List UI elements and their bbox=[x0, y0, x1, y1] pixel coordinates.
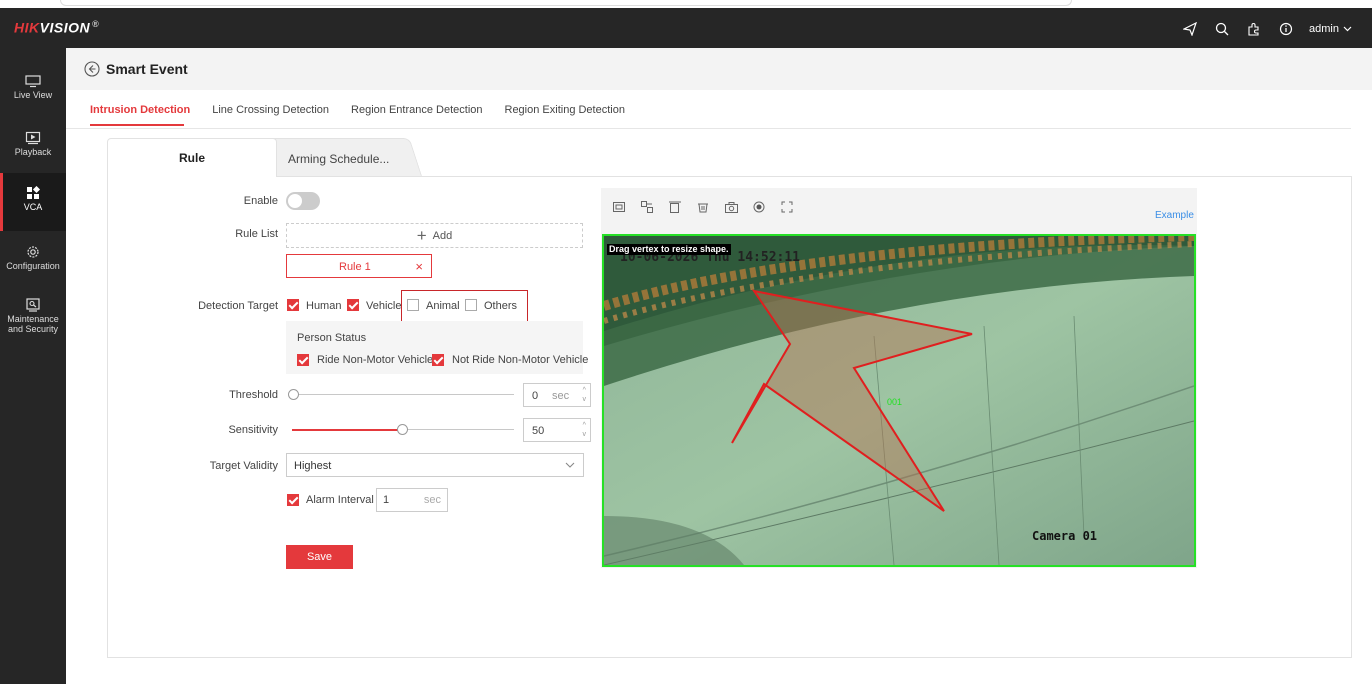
delete-icon[interactable] bbox=[696, 200, 710, 214]
person-status-label: Person Status bbox=[297, 332, 367, 344]
example-link[interactable]: Example bbox=[1155, 210, 1194, 221]
detection-tabs: Intrusion Detection Line Crossing Detect… bbox=[90, 104, 625, 116]
add-rule-label: Add bbox=[432, 229, 453, 242]
sensitivity-input[interactable]: 50 ^ v bbox=[523, 418, 591, 442]
not-ride-non-motor-checkbox[interactable] bbox=[432, 354, 444, 366]
detection-target-label: Detection Target bbox=[198, 300, 278, 312]
add-rule-button[interactable]: + Add bbox=[286, 223, 583, 248]
playback-icon bbox=[25, 131, 41, 145]
header-toolbar: admin bbox=[1181, 20, 1352, 38]
threshold-value: 0 bbox=[532, 390, 539, 402]
save-button[interactable]: Save bbox=[286, 545, 353, 569]
rule-list-label: Rule List bbox=[235, 228, 278, 240]
sensitivity-slider-handle[interactable] bbox=[397, 424, 408, 435]
sidebar-item-maintenance[interactable]: Maintenance and Security bbox=[0, 298, 66, 356]
sidebar-item-label: Playback bbox=[14, 147, 52, 157]
sidebar-item-live-view[interactable]: Live View bbox=[0, 74, 66, 132]
camera-icon[interactable] bbox=[724, 200, 738, 214]
sidebar-item-vca[interactable]: VCA bbox=[0, 173, 66, 231]
plus-icon: + bbox=[416, 226, 427, 245]
tabs-divider bbox=[66, 128, 1351, 129]
stepper-arrows-icon[interactable]: ^ v bbox=[583, 421, 587, 439]
active-tab-indicator bbox=[90, 124, 184, 126]
region-number-label: 001 bbox=[887, 397, 903, 407]
brand-logo: HIKVISION ® bbox=[14, 19, 100, 36]
chevron-down-icon bbox=[565, 458, 575, 475]
snapshot-region-icon[interactable] bbox=[612, 200, 626, 214]
send-icon[interactable] bbox=[1181, 20, 1199, 38]
tab-arming-schedule-label[interactable]: Arming Schedule... bbox=[288, 152, 389, 166]
user-name: admin bbox=[1309, 23, 1339, 35]
split-icon[interactable] bbox=[640, 200, 654, 214]
vca-grid-icon bbox=[27, 186, 41, 199]
target-validity-value: Highest bbox=[294, 460, 332, 472]
sidebar-item-label: Configuration bbox=[6, 261, 60, 271]
alarm-interval-label: Alarm Interval bbox=[306, 494, 374, 506]
browser-top-strip bbox=[0, 0, 1372, 8]
target-validity-label: Target Validity bbox=[209, 460, 278, 472]
title-bar: Smart Event bbox=[66, 48, 1372, 90]
fullscreen-icon[interactable] bbox=[780, 200, 794, 214]
video-toolbar bbox=[612, 200, 794, 214]
rule-chip[interactable]: Rule 1 × bbox=[286, 254, 432, 278]
sensitivity-value: 50 bbox=[532, 425, 545, 437]
monitor-icon bbox=[25, 75, 41, 88]
sidebar-item-configuration[interactable]: Configuration bbox=[0, 245, 66, 303]
alarm-interval-checkbox[interactable] bbox=[287, 494, 299, 506]
threshold-slider-track[interactable] bbox=[292, 394, 514, 395]
sidebar-item-label: VCA bbox=[23, 202, 43, 212]
search-icon[interactable] bbox=[1213, 20, 1231, 38]
back-arrow-icon[interactable] bbox=[84, 61, 100, 77]
sidebar-item-label: Live View bbox=[13, 90, 53, 100]
ride-non-motor-checkbox[interactable] bbox=[297, 354, 309, 366]
rule-chip-label: Rule 1 bbox=[339, 261, 371, 273]
threshold-label: Threshold bbox=[229, 389, 278, 401]
page-title: Smart Event bbox=[106, 61, 188, 77]
threshold-unit: sec bbox=[552, 390, 570, 402]
highlight-box bbox=[401, 290, 528, 322]
user-menu[interactable]: admin bbox=[1309, 23, 1352, 35]
top-header: HIKVISION ® admin bbox=[0, 8, 1372, 48]
stepper-arrows-icon[interactable]: ^ v bbox=[583, 386, 587, 404]
resize-hint: Drag vertex to resize shape. bbox=[607, 244, 731, 255]
threshold-input[interactable]: 0 sec ^ v bbox=[523, 383, 591, 407]
ride-non-motor-label: Ride Non-Motor Vehicle bbox=[317, 354, 434, 366]
human-checkbox[interactable] bbox=[287, 299, 299, 311]
alarm-interval-input[interactable]: 1 sec bbox=[376, 488, 448, 512]
close-icon[interactable]: × bbox=[415, 259, 423, 274]
tab-rule[interactable]: Rule bbox=[107, 138, 277, 177]
threshold-slider-handle[interactable] bbox=[288, 389, 299, 400]
puzzle-icon[interactable] bbox=[1245, 20, 1263, 38]
alarm-interval-value: 1 bbox=[383, 494, 390, 506]
info-icon[interactable] bbox=[1277, 20, 1295, 38]
enable-label: Enable bbox=[243, 195, 278, 207]
enable-toggle[interactable] bbox=[286, 192, 320, 210]
clear-icon[interactable] bbox=[668, 200, 682, 214]
tab-line-crossing-detection[interactable]: Line Crossing Detection bbox=[212, 104, 329, 116]
sidebar-item-label: Maintenance and Security bbox=[7, 314, 59, 334]
sensitivity-label: Sensitivity bbox=[228, 424, 278, 436]
record-icon[interactable] bbox=[752, 200, 766, 214]
sensitivity-slider-fill bbox=[292, 429, 403, 431]
alarm-interval-unit: sec bbox=[423, 494, 441, 506]
gear-icon bbox=[27, 246, 39, 258]
person-status-group bbox=[286, 321, 583, 374]
tab-region-exiting-detection[interactable]: Region Exiting Detection bbox=[505, 104, 625, 116]
tab-intrusion-detection[interactable]: Intrusion Detection bbox=[90, 104, 190, 116]
maintenance-icon bbox=[26, 298, 40, 312]
osd-camera-name: Camera 01 bbox=[1032, 529, 1098, 543]
chevron-down-icon bbox=[1343, 23, 1352, 35]
human-label: Human bbox=[306, 300, 342, 312]
vehicle-checkbox[interactable] bbox=[347, 299, 359, 311]
not-ride-non-motor-label: Not Ride Non-Motor Vehicle bbox=[452, 354, 589, 366]
vehicle-label: Vehicle bbox=[366, 300, 402, 312]
target-validity-select[interactable]: Highest bbox=[286, 453, 584, 477]
sidebar: Live View Playback VCA Configuration Mai… bbox=[0, 48, 66, 684]
tab-region-entrance-detection[interactable]: Region Entrance Detection bbox=[351, 104, 482, 116]
